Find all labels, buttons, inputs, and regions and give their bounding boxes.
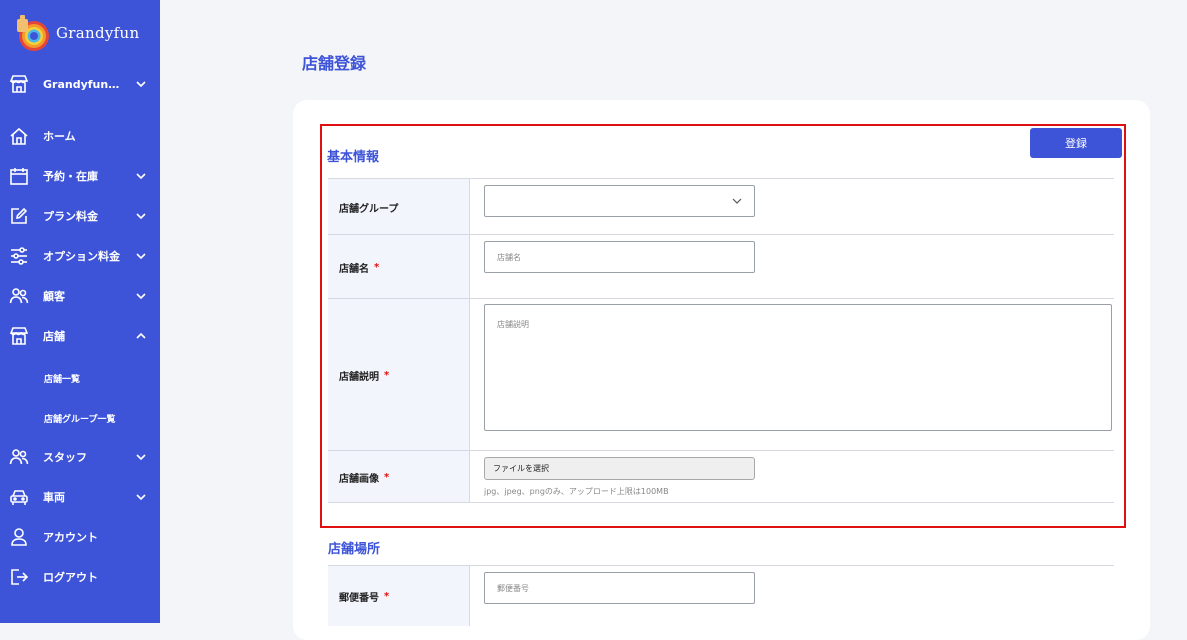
placeholder: 店舗名 (497, 253, 521, 262)
form-label-store-name: 店舗名 * (328, 235, 470, 299)
home-icon (8, 125, 30, 147)
sidebar-item-label: 店舗 (43, 330, 65, 343)
placeholder: 郵便番号 (497, 584, 529, 593)
label-text: 店舗名 (339, 263, 369, 275)
store-selector-label: Grandyfun… (43, 77, 120, 91)
divider (328, 502, 1114, 503)
label-text: 店舗説明 (339, 371, 379, 383)
required-mark: * (384, 471, 390, 483)
sidebar-item-label: オプション料金 (43, 250, 120, 263)
label-text: 店舗画像 (339, 473, 379, 485)
section-title-location: 店舗場所 (328, 542, 381, 557)
sidebar-item-plan-price[interactable]: プラン料金 (0, 202, 160, 230)
sidebar-item-vehicles[interactable]: 車両 (0, 483, 160, 511)
chevron-down-icon (134, 490, 148, 504)
sidebar-item-option-price[interactable]: オプション料金 (0, 242, 160, 270)
sidebar-item-home[interactable]: ホーム (0, 122, 160, 150)
calendar-icon (8, 165, 30, 187)
sliders-icon (8, 245, 30, 267)
sidebar-item-label: ログアウト (43, 571, 98, 584)
user-icon (8, 526, 30, 548)
chevron-down-icon (134, 289, 148, 303)
sidebar-item-account[interactable]: アカウント (0, 523, 160, 551)
logout-icon (8, 566, 30, 588)
chevron-down-icon (134, 249, 148, 263)
edit-icon (8, 205, 30, 227)
required-mark: * (384, 369, 390, 381)
users-icon (8, 285, 30, 307)
section-title-basic: 基本情報 (327, 150, 380, 165)
store-name-input[interactable]: 店舗名 (484, 241, 755, 273)
register-button[interactable]: 登録 (1030, 128, 1122, 158)
chevron-down-icon (134, 209, 148, 223)
sidebar-item-label: 顧客 (43, 290, 65, 303)
grandyfun-logo-icon (14, 14, 50, 52)
sidebar: Grandyfun Grandyfun… ホーム 予約・在庫 プラン料金 オプシ… (0, 0, 160, 623)
sidebar-item-label: 予約・在庫 (43, 170, 98, 183)
postal-code-input[interactable]: 郵便番号 (484, 572, 755, 604)
store-selector[interactable]: Grandyfun… (0, 70, 160, 98)
form-label-store-group: 店舗グループ (328, 179, 470, 235)
store-group-select[interactable] (484, 185, 755, 217)
image-hint-text: jpg、jpeg、pngのみ、アップロード上限は100MB (484, 487, 669, 496)
sidebar-item-logout[interactable]: ログアウト (0, 563, 160, 591)
sidebar-item-stores[interactable]: 店舗 (0, 322, 160, 350)
store-description-textarea[interactable]: 店舗説明 (484, 304, 1112, 431)
form-label-postal-code: 郵便番号 * (328, 566, 470, 626)
label-text: 郵便番号 (339, 592, 379, 604)
sidebar-item-label: スタッフ (43, 451, 87, 464)
page-title: 店舗登録 (302, 54, 367, 73)
form-label-store-description: 店舗説明 * (328, 299, 470, 451)
sidebar-item-label: プラン料金 (43, 210, 98, 223)
required-mark: * (384, 590, 390, 602)
sidebar-subitem-store-list[interactable]: 店舗一覧 (44, 372, 80, 385)
placeholder: 店舗説明 (497, 320, 529, 329)
brand-logo[interactable]: Grandyfun (14, 14, 139, 52)
chevron-down-icon (134, 450, 148, 464)
sidebar-item-label: 車両 (43, 491, 65, 504)
chevron-down-icon (134, 169, 148, 183)
sidebar-item-reservation[interactable]: 予約・在庫 (0, 162, 160, 190)
store-icon (8, 73, 30, 95)
sidebar-item-customers[interactable]: 顧客 (0, 282, 160, 310)
sidebar-item-staff[interactable]: スタッフ (0, 443, 160, 471)
sidebar-item-label: アカウント (43, 531, 98, 544)
file-select-button[interactable]: ファイルを選択 (484, 457, 755, 480)
label-text: 店舗グループ (339, 203, 399, 215)
store-icon (8, 325, 30, 347)
required-mark: * (374, 261, 380, 273)
sidebar-subitem-store-group-list[interactable]: 店舗グループ一覧 (44, 412, 115, 425)
form-label-store-image: 店舗画像 * (328, 451, 470, 503)
chevron-down-icon (134, 77, 148, 91)
brand-name: Grandyfun (56, 24, 140, 42)
chevron-up-icon (134, 329, 148, 343)
chevron-down-icon (732, 196, 742, 206)
car-icon (8, 486, 30, 508)
sidebar-item-label: ホーム (43, 130, 76, 143)
users-icon (8, 446, 30, 468)
